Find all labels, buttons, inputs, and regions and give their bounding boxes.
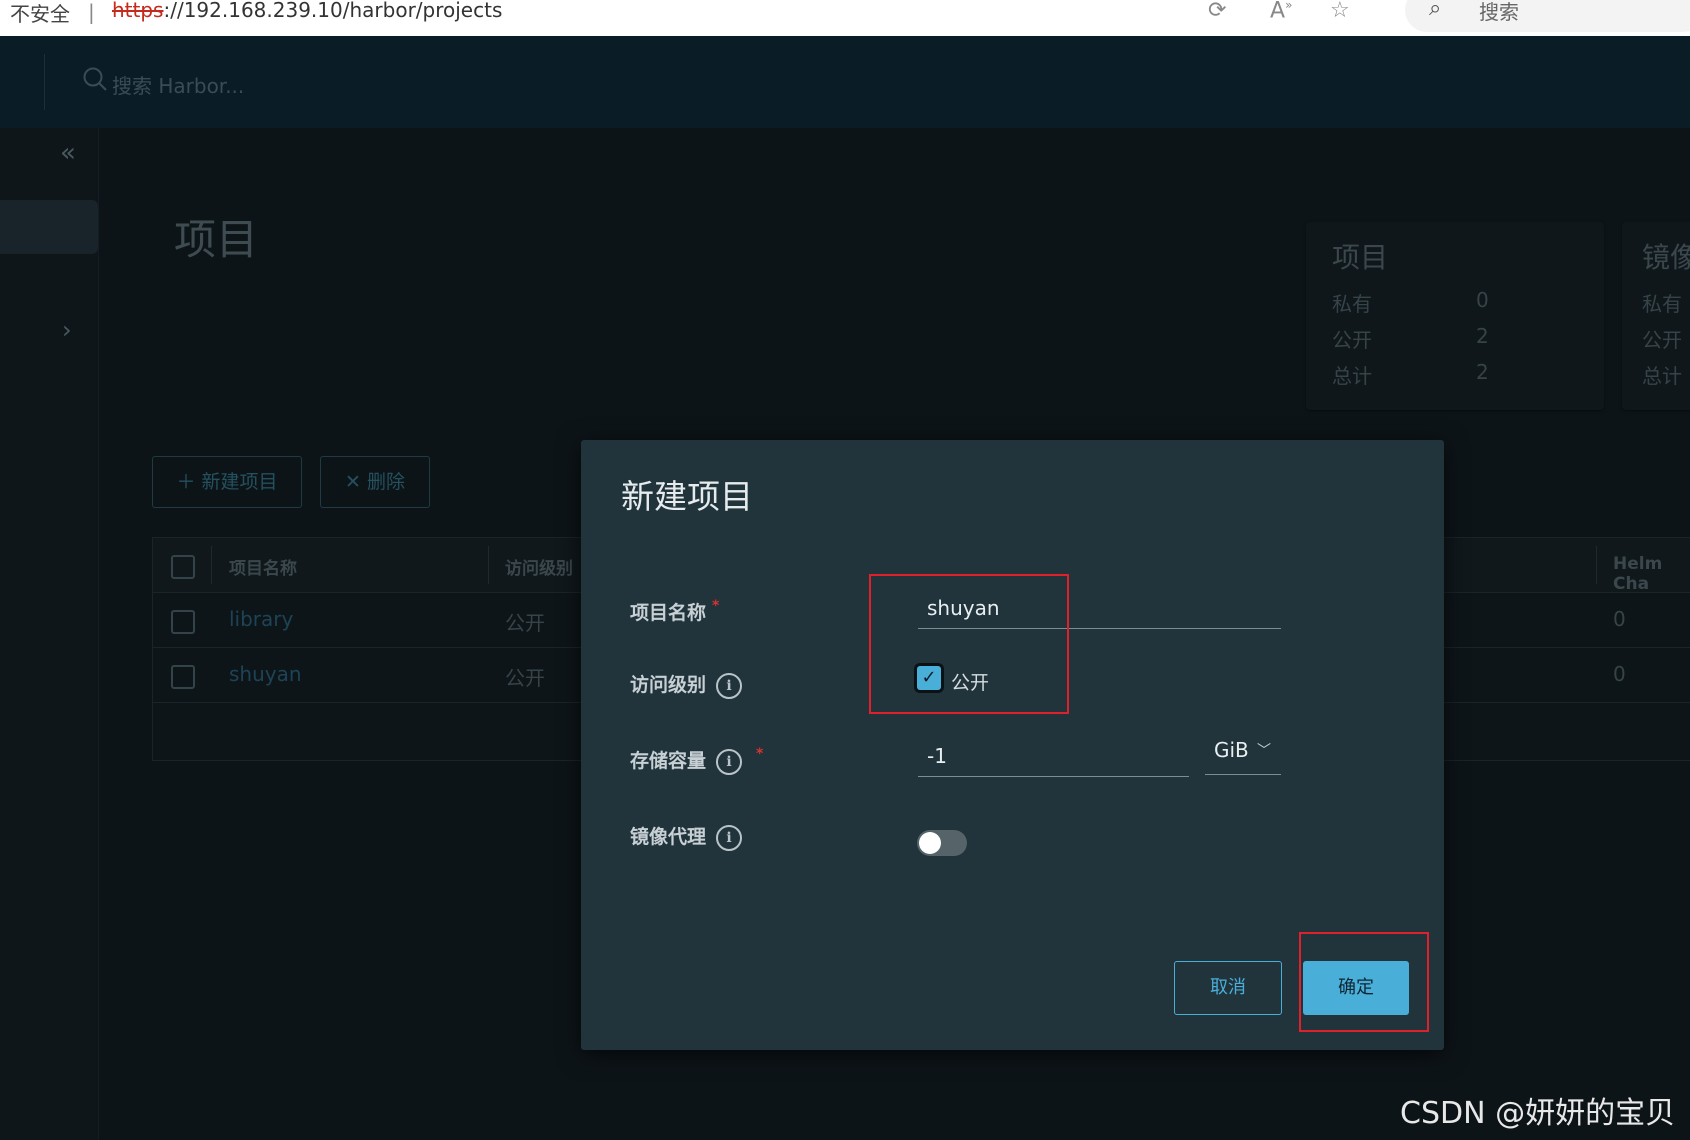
delete-button[interactable]: ✕ 删除: [320, 456, 430, 508]
new-project-label: 新建项目: [201, 471, 278, 493]
summary-card-repositories: 镜像 私有 公开 总计: [1622, 222, 1690, 410]
new-project-button[interactable]: ＋ 新建项目: [152, 456, 302, 508]
card-row-value: 2: [1476, 360, 1489, 384]
page-title: 项目: [174, 215, 259, 264]
card-row-label: 私有: [1332, 292, 1372, 316]
security-indicator[interactable]: 不安全: [10, 0, 70, 27]
column-header-helm[interactable]: Helm Cha: [1613, 554, 1690, 594]
storage-unit-select[interactable]: GiB ﹀: [1205, 738, 1281, 775]
annotation-box: [869, 574, 1069, 714]
cancel-button[interactable]: 取消: [1174, 961, 1282, 1015]
global-search-input[interactable]: 搜索 Harbor...: [112, 70, 244, 99]
access-level-label: 访问级别 i: [630, 670, 743, 699]
row-checkbox[interactable]: [171, 610, 195, 634]
card-row-value: 2: [1476, 324, 1489, 348]
new-project-dialog: 新建项目 项目名称* 访问级别i ✓ 公开 存储容量i* GiB ﹀ 镜像代理i…: [581, 440, 1444, 1050]
access-level-label-text: 访问级别: [630, 674, 707, 696]
chevron-right-icon[interactable]: ›: [62, 316, 72, 344]
helm-count-cell: 0: [1613, 662, 1626, 686]
card-title: 项目: [1332, 241, 1389, 274]
row-checkbox[interactable]: [171, 665, 195, 689]
card-row-label: 公开: [1642, 328, 1682, 352]
required-marker: *: [756, 746, 764, 762]
card-title: 镜像: [1642, 241, 1690, 274]
header-divider: [44, 54, 45, 110]
refresh-icon[interactable]: ⟳: [1208, 0, 1226, 23]
browser-search-box[interactable]: ⌕ 搜索: [1405, 0, 1690, 32]
proxy-cache-label: 镜像代理 i: [630, 822, 743, 851]
sidebar: « ›: [0, 128, 99, 1140]
storage-quota-input[interactable]: [918, 744, 1189, 777]
select-all-checkbox[interactable]: [171, 555, 195, 579]
search-icon: [83, 67, 107, 91]
proxy-cache-label-text: 镜像代理: [630, 826, 707, 848]
info-icon[interactable]: i: [716, 824, 743, 851]
info-icon[interactable]: i: [716, 672, 743, 699]
address-separator: |: [88, 0, 95, 24]
column-divider: [211, 546, 212, 584]
project-name-link[interactable]: shuyan: [229, 662, 302, 686]
proxy-cache-toggle[interactable]: [917, 830, 967, 856]
chevron-down-icon: ﹀: [1257, 743, 1271, 759]
card-row-label: 总计: [1332, 364, 1372, 388]
info-icon[interactable]: i: [716, 748, 743, 775]
helm-count-cell: 0: [1613, 607, 1626, 631]
app-header: 搜索 Harbor...: [0, 36, 1690, 128]
access-level-cell: 公开: [505, 666, 545, 690]
browser-search-label: 搜索: [1479, 0, 1519, 24]
dialog-title: 新建项目: [621, 477, 753, 516]
url-scheme: https: [112, 0, 164, 22]
card-row-label: 私有: [1642, 292, 1682, 316]
project-name-label: 项目名称 *: [630, 598, 719, 625]
browser-search-icon: ⌕: [1429, 0, 1442, 21]
summary-card-projects: 项目 私有 0 公开 2 总计 2: [1306, 222, 1604, 410]
favorite-star-icon[interactable]: ☆: [1330, 0, 1350, 23]
column-divider: [1596, 546, 1597, 584]
required-marker: *: [712, 598, 720, 614]
read-aloud-icon[interactable]: A»: [1270, 0, 1292, 23]
storage-quota-label: 存储容量 i *: [630, 746, 763, 775]
card-row-label: 公开: [1332, 328, 1372, 352]
column-header-name[interactable]: 项目名称: [229, 554, 297, 579]
browser-address-bar: 不安全 | https://192.168.239.10/harbor/proj…: [0, 0, 1690, 37]
sidebar-item-projects[interactable]: [0, 200, 98, 254]
access-level-cell: 公开: [505, 611, 545, 635]
url-path: ://192.168.239.10/harbor/projects: [163, 0, 503, 22]
storage-quota-label-text: 存储容量: [630, 750, 707, 772]
watermark: CSDN @妍妍的宝贝: [1400, 1096, 1676, 1131]
storage-unit-value: GiB: [1214, 738, 1249, 762]
delete-label: 删除: [366, 471, 405, 493]
project-name-label-text: 项目名称: [630, 602, 707, 624]
address-url[interactable]: https://192.168.239.10/harbor/projects: [112, 0, 502, 22]
collapse-sidebar-icon[interactable]: «: [60, 138, 76, 168]
card-row-value: 0: [1476, 288, 1489, 312]
annotation-box: [1299, 932, 1429, 1032]
project-name-link[interactable]: library: [229, 607, 293, 631]
toggle-knob: [919, 832, 941, 854]
column-header-access[interactable]: 访问级别: [505, 554, 573, 579]
card-row-label: 总计: [1642, 364, 1682, 388]
column-divider: [488, 546, 489, 584]
